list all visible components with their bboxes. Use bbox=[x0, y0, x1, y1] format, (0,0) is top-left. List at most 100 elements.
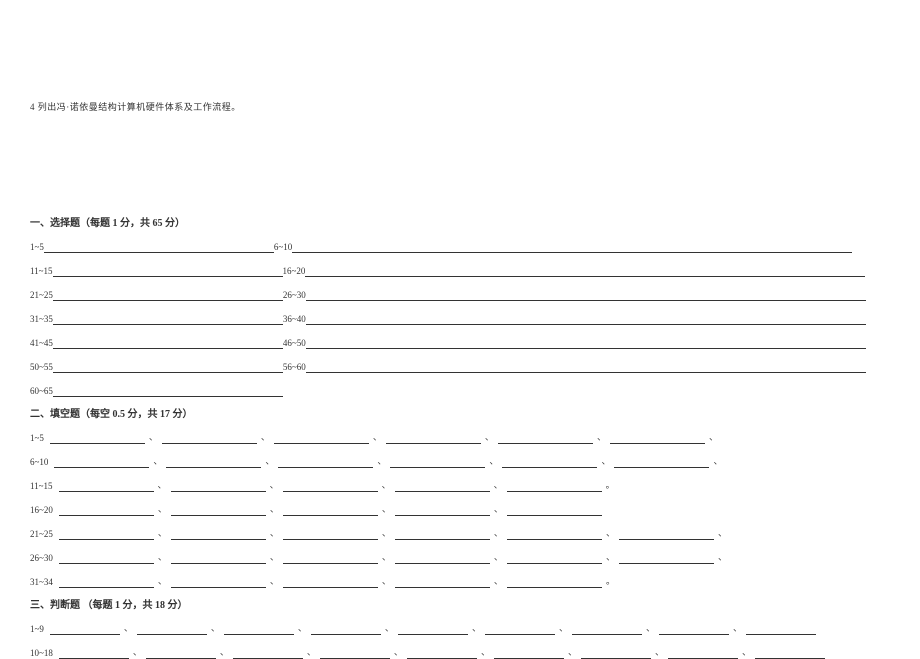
answer-blank bbox=[171, 481, 266, 492]
answer-blank bbox=[53, 362, 283, 373]
separator: 、 bbox=[642, 621, 659, 635]
judge-answer-row: 1~9、、、、、、、、 bbox=[30, 619, 890, 635]
answer-blank bbox=[59, 505, 154, 516]
answer-blank bbox=[59, 481, 154, 492]
separator: 、 bbox=[216, 645, 233, 659]
separator: 、 bbox=[555, 621, 572, 635]
separator: 、 bbox=[468, 621, 485, 635]
range-label: 41~45 bbox=[30, 338, 53, 349]
separator: 、 bbox=[154, 502, 171, 516]
answer-blank bbox=[137, 624, 207, 635]
separator: 、 bbox=[145, 430, 162, 444]
answer-blank bbox=[283, 577, 378, 588]
choice-answer-row: 60~65 bbox=[30, 381, 890, 397]
answer-blank bbox=[59, 529, 154, 540]
answer-blank bbox=[306, 290, 866, 301]
answer-blank bbox=[395, 481, 490, 492]
tail-punct: 。 bbox=[602, 478, 615, 492]
answer-blank bbox=[59, 553, 154, 564]
answer-blank bbox=[395, 577, 490, 588]
answer-blank bbox=[619, 553, 714, 564]
range-label: 6~10 bbox=[274, 242, 292, 253]
question-4-text: 4 列出冯·诺依曼结构计算机硬件体系及工作流程。 bbox=[30, 0, 890, 113]
separator: 、 bbox=[490, 478, 507, 492]
answer-blank bbox=[395, 529, 490, 540]
range-label: 1~5 bbox=[30, 242, 44, 253]
answer-blank bbox=[59, 577, 154, 588]
separator: 、 bbox=[373, 454, 390, 468]
answer-blank bbox=[283, 529, 378, 540]
separator: 、 bbox=[490, 550, 507, 564]
answer-blank bbox=[398, 624, 468, 635]
separator: 、 bbox=[378, 550, 395, 564]
separator: 、 bbox=[261, 454, 278, 468]
separator: 、 bbox=[729, 621, 746, 635]
range-label: 26~30 bbox=[283, 290, 306, 301]
range-label: 31~34 bbox=[30, 577, 53, 588]
fill-answer-row: 21~25、、、、、、 bbox=[30, 524, 890, 540]
separator: 、 bbox=[481, 430, 498, 444]
fill-answer-row: 31~34、、、、。 bbox=[30, 572, 890, 588]
range-label: 11~15 bbox=[30, 481, 53, 492]
separator: 、 bbox=[597, 454, 614, 468]
separator: 、 bbox=[369, 430, 386, 444]
section-1-rows: 1~56~1011~1516~2021~2526~3031~3536~4041~… bbox=[30, 237, 890, 397]
answer-blank bbox=[306, 338, 866, 349]
separator: 、 bbox=[602, 550, 619, 564]
range-label: 16~20 bbox=[30, 505, 53, 516]
range-label: 26~30 bbox=[30, 553, 53, 564]
separator: 、 bbox=[602, 526, 619, 540]
separator: 、 bbox=[390, 645, 407, 659]
range-label: 56~60 bbox=[283, 362, 306, 373]
range-label: 1~9 bbox=[30, 624, 44, 635]
choice-answer-row: 21~25 26~30 bbox=[30, 285, 890, 301]
choice-answer-row: 41~4546~50 bbox=[30, 333, 890, 349]
tail-punct: 、 bbox=[705, 430, 718, 444]
section-2-rows: 1~5、、、、、、6~10、、、、、、11~15、、、、。16~20、、、、21… bbox=[30, 428, 890, 588]
range-label: 36~40 bbox=[283, 314, 306, 325]
section-3-rows: 1~9、、、、、、、、10~18、、、、、、、、 bbox=[30, 619, 890, 659]
separator: 、 bbox=[129, 645, 146, 659]
separator: 、 bbox=[154, 550, 171, 564]
tail-punct: 。 bbox=[602, 574, 615, 588]
answer-blank bbox=[283, 505, 378, 516]
answer-blank bbox=[507, 481, 602, 492]
answer-blank bbox=[395, 553, 490, 564]
answer-blank bbox=[53, 338, 283, 349]
separator: 、 bbox=[378, 574, 395, 588]
separator: 、 bbox=[303, 645, 320, 659]
answer-blank bbox=[485, 624, 555, 635]
answer-blank bbox=[311, 624, 381, 635]
answer-blank bbox=[306, 314, 866, 325]
answer-blank bbox=[171, 505, 266, 516]
separator: 、 bbox=[378, 502, 395, 516]
answer-blank bbox=[53, 314, 283, 325]
answer-blank bbox=[50, 433, 145, 444]
answer-blank bbox=[171, 529, 266, 540]
fill-answer-row: 26~30、、、、、、 bbox=[30, 548, 890, 564]
answer-blank bbox=[224, 624, 294, 635]
choice-answer-row: 31~3536~40 bbox=[30, 309, 890, 325]
answer-sheet: 一、选择题（每题 1 分，共 65 分） 1~5 6~10 11~15 16~20 21… bbox=[30, 113, 890, 659]
answer-blank bbox=[292, 242, 852, 253]
section-1-title: 一、选择题（每题 1 分，共 65 分） bbox=[30, 214, 890, 229]
answer-blank bbox=[283, 481, 378, 492]
answer-blank bbox=[507, 553, 602, 564]
range-label: 60~65 bbox=[30, 386, 53, 397]
separator: 、 bbox=[738, 645, 755, 659]
answer-blank bbox=[572, 624, 642, 635]
range-label: 11~15 bbox=[30, 266, 53, 277]
answer-blank bbox=[746, 624, 816, 635]
separator: 、 bbox=[266, 478, 283, 492]
range-label: 6~10 bbox=[30, 457, 48, 468]
answer-blank bbox=[305, 266, 865, 277]
judge-answer-row: 10~18、、、、、、、、 bbox=[30, 643, 890, 659]
range-label: 21~25 bbox=[30, 529, 53, 540]
answer-blank bbox=[390, 457, 485, 468]
separator: 、 bbox=[485, 454, 502, 468]
range-label: 21~25 bbox=[30, 290, 53, 301]
separator: 、 bbox=[381, 621, 398, 635]
answer-blank bbox=[306, 362, 866, 373]
answer-blank bbox=[162, 433, 257, 444]
answer-blank bbox=[610, 433, 705, 444]
